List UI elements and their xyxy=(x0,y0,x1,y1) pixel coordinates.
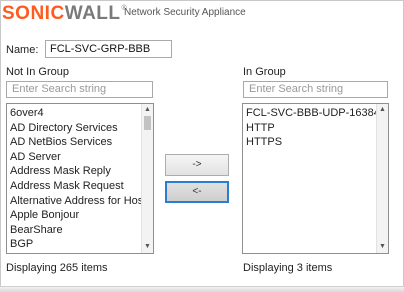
in-group-label: In Group xyxy=(243,66,286,78)
in-group-listbox[interactable]: FCL-SVC-BBB-UDP-16384-32767 HTTP HTTPS ▲… xyxy=(242,103,389,254)
not-in-group-search-input[interactable]: Enter Search string xyxy=(6,81,153,98)
not-in-group-status: Displaying 265 items xyxy=(6,262,108,274)
add-to-group-button[interactable]: -> xyxy=(165,154,229,176)
scroll-thumb[interactable] xyxy=(144,116,151,130)
logo-wall-text: WALL xyxy=(64,3,121,24)
not-in-group-listbox[interactable]: 6over4 AD Directory Services AD NetBios … xyxy=(6,103,154,254)
not-in-group-label: Not In Group xyxy=(6,66,69,78)
name-label: Name: xyxy=(6,44,39,56)
scroll-down-arrow-icon[interactable]: ▼ xyxy=(142,241,153,253)
app-name: Network Security Appliance xyxy=(124,7,246,18)
scroll-up-arrow-icon[interactable]: ▲ xyxy=(142,104,153,116)
in-group-search-input[interactable]: Enter Search string xyxy=(243,81,388,98)
not-in-group-scrollbar[interactable]: ▲ ▼ xyxy=(141,104,153,253)
in-group-items: FCL-SVC-BBB-UDP-16384-32767 HTTP HTTPS xyxy=(243,106,376,150)
list-item[interactable]: BearShare xyxy=(7,223,141,238)
list-item[interactable]: Apple Bonjour xyxy=(7,208,141,223)
logo-sonic-text: SONIC xyxy=(2,3,65,24)
list-item[interactable]: AD Server xyxy=(7,150,141,165)
list-item[interactable]: Address Mask Reply xyxy=(7,164,141,179)
bottom-edge xyxy=(0,286,404,292)
list-item[interactable]: AD Directory Services xyxy=(7,121,141,136)
in-group-scrollbar[interactable]: ▲ ▼ xyxy=(376,104,388,253)
list-item[interactable]: HTTPS xyxy=(243,135,376,150)
scroll-down-arrow-icon[interactable]: ▼ xyxy=(377,241,388,253)
header: SONIC WALL ® Network Security Appliance xyxy=(0,0,404,28)
in-group-status: Displaying 3 items xyxy=(243,262,333,274)
not-in-group-items: 6over4 AD Directory Services AD NetBios … xyxy=(7,106,141,252)
remove-from-group-button[interactable]: <- xyxy=(165,181,229,203)
list-item[interactable]: HTTP xyxy=(243,121,376,136)
list-item[interactable]: BGP xyxy=(7,237,141,252)
list-item[interactable]: Address Mask Request xyxy=(7,179,141,194)
list-item[interactable]: Alternative Address for Host xyxy=(7,194,141,209)
sonicwall-logo: SONIC WALL ® xyxy=(2,3,127,25)
scroll-up-arrow-icon[interactable]: ▲ xyxy=(377,104,388,116)
list-item[interactable]: AD NetBios Services xyxy=(7,135,141,150)
list-item[interactable]: FCL-SVC-BBB-UDP-16384-32767 xyxy=(243,106,376,121)
list-item[interactable]: 6over4 xyxy=(7,106,141,121)
name-input[interactable] xyxy=(45,40,172,58)
